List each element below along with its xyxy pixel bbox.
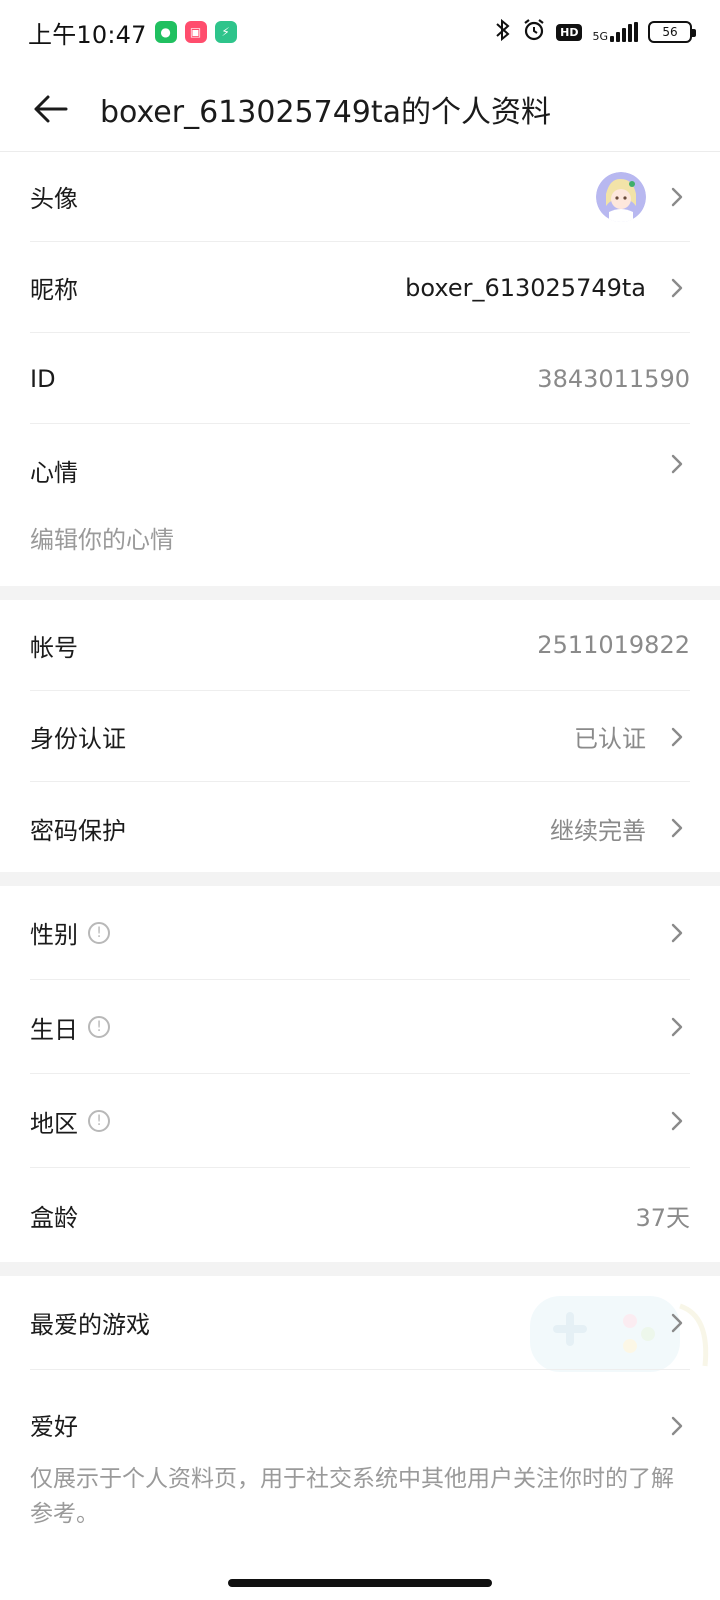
mood-placeholder[interactable]: 编辑你的心情 <box>30 520 174 555</box>
identity-value: 已认证 <box>574 725 646 753</box>
hd-icon: HD <box>556 23 583 41</box>
account-section: 帐号 2511019822 身份认证 已认证 密码保护 继续完善 <box>0 600 720 872</box>
account-age-row: 盒龄 37天 <box>30 1169 690 1262</box>
password-label: 密码保护 <box>30 816 126 845</box>
alarm-icon <box>522 18 546 47</box>
chevron-right-icon <box>671 1313 683 1332</box>
section-divider <box>0 872 720 886</box>
status-time: 上午10:47 <box>28 20 147 49</box>
back-button[interactable] <box>0 66 100 152</box>
birthday-row[interactable]: 生日 ! <box>30 981 690 1074</box>
interests-section: 最爱的游戏 爱好 仅展示于个人资料页，用于社交系统中其他用户关注你时的了解参考。 <box>0 1276 720 1600</box>
birthday-label-group: 生日 ! <box>30 1010 110 1045</box>
personal-section: 性别 ! 生日 ! 地区 ! 盒龄 37天 <box>0 886 720 1262</box>
top-app-bar: boxer_613025749ta的个人资料 <box>0 66 720 152</box>
home-indicator[interactable] <box>228 1579 492 1587</box>
page-title: boxer_613025749ta的个人资料 <box>100 94 552 130</box>
chevron-right-icon <box>671 454 683 474</box>
account-age-value: 37天 <box>635 1204 690 1232</box>
region-label: 地区 <box>30 1109 78 1138</box>
account-value: 2511019822 <box>537 631 690 659</box>
identity-label: 身份认证 <box>30 725 126 753</box>
cellular-signal-icon: 5G <box>592 22 638 42</box>
nickname-row[interactable]: 昵称 boxer_613025749ta <box>30 243 690 333</box>
chevron-right-icon <box>671 923 683 942</box>
region-label-group: 地区 ! <box>30 1104 110 1139</box>
info-icon[interactable]: ! <box>88 1016 110 1038</box>
battery-level: 56 <box>662 25 678 39</box>
account-row: 帐号 2511019822 <box>30 600 690 691</box>
gender-label: 性别 <box>30 921 78 949</box>
id-row: ID 3843011590 <box>30 334 690 424</box>
back-arrow-icon <box>34 95 68 122</box>
favorite-games-label: 最爱的游戏 <box>30 1311 150 1339</box>
region-row[interactable]: 地区 ! <box>30 1075 690 1168</box>
avatar-row[interactable]: 头像 <box>30 152 690 242</box>
gender-row[interactable]: 性别 ! <box>30 886 690 980</box>
account-age-label: 盒龄 <box>30 1204 78 1232</box>
hobbies-label: 爱好 <box>30 1413 78 1441</box>
chevron-right-icon <box>671 1111 683 1131</box>
chevron-right-icon <box>671 1416 683 1436</box>
avatar-label: 头像 <box>30 185 78 213</box>
battery-icon: 56 <box>648 21 696 43</box>
mood-label: 心情 <box>30 459 78 487</box>
chevron-right-icon <box>671 727 683 746</box>
nickname-label: 昵称 <box>30 276 78 304</box>
section-divider <box>0 586 720 600</box>
network-type-label: 5G <box>592 30 608 43</box>
chevron-right-icon <box>671 818 683 838</box>
security-app-icon: ⚡ <box>214 21 237 43</box>
info-icon[interactable]: ! <box>88 1110 110 1132</box>
wechat-icon: ● <box>154 21 177 43</box>
avatar[interactable] <box>596 171 646 222</box>
id-value: 3843011590 <box>537 364 690 393</box>
shopping-app-icon: ▣ <box>184 21 207 43</box>
section-divider <box>0 1262 720 1276</box>
account-label: 帐号 <box>30 633 78 662</box>
chevron-right-icon <box>671 1017 683 1037</box>
chevron-right-icon <box>671 278 683 297</box>
favorite-games-row[interactable]: 最爱的游戏 <box>30 1276 690 1370</box>
gender-label-group: 性别 ! <box>30 915 110 950</box>
info-icon[interactable]: ! <box>88 921 110 944</box>
mood-row[interactable]: 心情 <box>30 425 690 525</box>
bluetooth-icon <box>494 18 512 47</box>
password-value: 继续完善 <box>550 816 646 845</box>
profile-section: 头像 昵称 boxer_613025749ta ID 3843011590 心情… <box>0 152 720 586</box>
password-row[interactable]: 密码保护 继续完善 <box>30 783 690 873</box>
identity-row[interactable]: 身份认证 已认证 <box>30 692 690 782</box>
status-bar: 上午10:47 ● ▣ ⚡ HD 5G 56 <box>0 0 720 64</box>
hobbies-note: 仅展示于个人资料页，用于社交系统中其他用户关注你时的了解参考。 <box>30 1466 674 1527</box>
nickname-value: boxer_613025749ta <box>405 273 646 302</box>
id-label: ID <box>30 364 56 393</box>
birthday-label: 生日 <box>30 1015 78 1044</box>
chevron-right-icon <box>671 187 683 206</box>
